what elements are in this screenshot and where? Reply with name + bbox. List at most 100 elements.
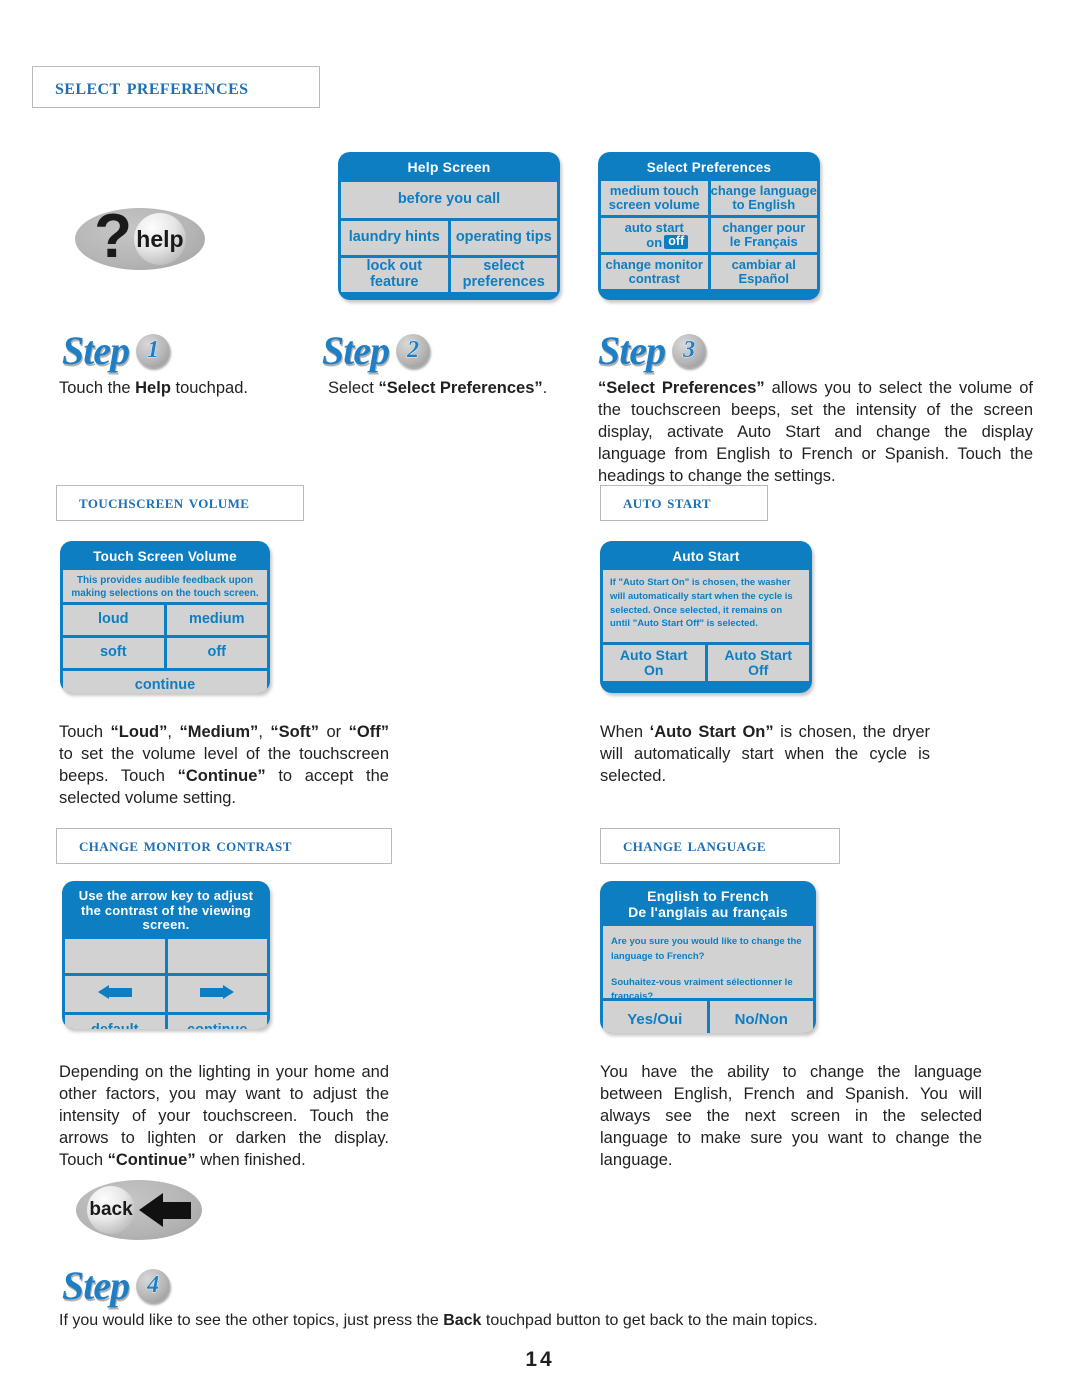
auto-start-description: When ‘Auto Start On” is chosen, the drye… — [600, 722, 930, 788]
volume-desc-b2: “Medium” — [179, 723, 259, 741]
volume-button-soft[interactable]: soft — [63, 638, 164, 669]
help-touchpad[interactable]: ? help — [75, 202, 205, 272]
volume-desc-p3: , — [258, 723, 271, 741]
language-button-yes[interactable]: Yes/Oui — [603, 1001, 707, 1033]
page-title: Select Preferences — [55, 74, 249, 99]
help-cell-select-preferences[interactable]: select preferences — [450, 257, 557, 292]
pref-cell-touch-screen-volume[interactable]: medium touch screen volume — [601, 181, 708, 216]
language-desc-p1: You have the ability to change the langu… — [600, 1063, 982, 1169]
step-4-header: Step 4 — [61, 1262, 171, 1309]
heading-change-monitor-contrast-box: Change Monitor Contrast — [56, 828, 392, 864]
step-1-number: 1 — [136, 333, 171, 368]
contrast-description: Depending on the lighting in your home a… — [59, 1062, 389, 1172]
volume-button-loud[interactable]: loud — [63, 605, 164, 636]
volume-desc-p2: , — [167, 723, 180, 741]
volume-desc-b4: “Off” — [348, 723, 389, 741]
contrast-button-default[interactable]: default — [65, 1014, 165, 1029]
language-info-en: Are you sure you would like to change th… — [611, 936, 802, 962]
contrast-blank-right — [167, 938, 267, 973]
contrast-desc-p2: when finished. — [195, 1150, 306, 1169]
help-cell-before-you-call[interactable]: before you call — [341, 181, 557, 218]
step-4-text-p2: touchpad button to get back to the main … — [481, 1312, 818, 1329]
help-label-knob: help — [133, 213, 186, 265]
help-cell-laundry-hints[interactable]: laundry hints — [341, 220, 448, 255]
language-button-no[interactable]: No/Non — [709, 1001, 813, 1033]
step-2-number: 2 — [396, 333, 431, 368]
select-preferences-panel[interactable]: Select Preferences medium touch screen v… — [598, 152, 820, 300]
auto-start-desc-b1: ‘Auto Start On” — [649, 723, 774, 741]
volume-panel-title: Touch Screen Volume — [63, 544, 267, 571]
change-monitor-contrast-panel[interactable]: Use the arrow key to adjust the contrast… — [62, 881, 270, 1029]
step-3-number: 3 — [672, 333, 707, 368]
contrast-button-decrease[interactable] — [65, 975, 165, 1012]
volume-desc-b5: “Continue” — [177, 766, 266, 785]
page-title-box: Select Preferences — [32, 66, 320, 108]
pref-cell-change-monitor-contrast[interactable]: change monitor contrast — [601, 255, 708, 290]
auto-start-button-on[interactable]: Auto Start On — [603, 645, 705, 682]
heading-change-language: Change Language — [623, 835, 766, 856]
help-label: help — [136, 225, 184, 252]
step-1-text-post: touchpad. — [170, 379, 248, 397]
contrast-button-continue[interactable]: continue — [167, 1014, 267, 1029]
step-4-text-b1: Back — [443, 1312, 482, 1329]
volume-panel-grid: This provides audible feedback upon maki… — [63, 570, 267, 693]
auto-start-button-off[interactable]: Auto Start Off — [707, 645, 809, 682]
volume-desc-b3: “Soft” — [270, 723, 319, 741]
contrast-button-increase[interactable] — [167, 975, 267, 1012]
heading-change-language-box: Change Language — [600, 828, 840, 864]
volume-desc-b1: “Loud” — [110, 723, 168, 741]
language-panel-info: Are you sure you would like to change th… — [603, 926, 813, 1002]
language-description: You have the ability to change the langu… — [600, 1062, 982, 1172]
volume-button-continue[interactable]: continue — [63, 671, 267, 693]
select-preferences-grid: medium touch screen volume change langua… — [601, 181, 817, 292]
step-2-text-post: . — [542, 379, 548, 397]
step-1-text: Touch the Help touchpad. — [59, 378, 309, 400]
step-4-text-p1: If you would like to see the other topic… — [59, 1312, 444, 1329]
step-4-word: Step — [61, 1262, 130, 1308]
language-panel-title-fr: De l'anglais au français — [628, 903, 788, 920]
language-panel-grid: Are you sure you would like to change th… — [603, 926, 813, 1033]
contrast-desc-b1: “Continue” — [107, 1150, 196, 1169]
step-2-text-pre: Select — [328, 379, 379, 397]
contrast-panel-title: Use the arrow key to adjust the contrast… — [65, 884, 267, 939]
pref-auto-start-off-highlight[interactable]: off — [664, 234, 689, 249]
step-3-header: Step 3 — [597, 327, 707, 374]
auto-start-panel[interactable]: Auto Start If "Auto Start On" is chosen,… — [600, 541, 812, 693]
step-1-word: Step — [61, 327, 130, 373]
touch-screen-volume-panel[interactable]: Touch Screen Volume This provides audibl… — [60, 541, 270, 693]
step-2-text-bold: “Select Preferences” — [378, 379, 543, 397]
auto-start-panel-info: If "Auto Start On" is chosen, the washer… — [603, 570, 809, 643]
pref-cell-cambiar-espanol[interactable]: cambiar al Español — [710, 255, 817, 290]
language-panel-title-en: English to French — [647, 888, 769, 904]
volume-description: Touch “Loud”, “Medium”, “Soft” or “Off” … — [59, 722, 389, 810]
help-cell-operating-tips[interactable]: operating tips — [450, 220, 557, 255]
help-screen-panel[interactable]: Help Screen before you call laundry hint… — [338, 152, 560, 300]
pref-cell-changer-francais[interactable]: changer pour le Français — [710, 218, 817, 253]
step-1-header: Step 1 — [61, 327, 171, 374]
step-3-word: Step — [597, 327, 666, 373]
step-4-text: If you would like to see the other topic… — [59, 1310, 959, 1331]
left-arrow-icon — [97, 984, 132, 1000]
pref-cell-change-language-english[interactable]: change language to English — [710, 181, 817, 216]
step-1-text-bold: Help — [135, 379, 171, 397]
change-language-panel[interactable]: English to French De l'anglais au frança… — [600, 881, 816, 1033]
language-info-fr: Souhaitez-vous vraiment sélectionner le … — [611, 976, 793, 1003]
volume-desc-p1: Touch — [59, 723, 111, 741]
help-cell-lock-out-feature[interactable]: lock out feature — [341, 257, 448, 292]
step-2-word: Step — [321, 327, 390, 373]
volume-button-off[interactable]: off — [166, 638, 267, 669]
pref-cell-auto-start[interactable]: auto start on off — [601, 218, 708, 253]
heading-touchscreen-volume: Touchscreen Volume — [79, 492, 250, 513]
contrast-panel-grid: default continue — [65, 938, 267, 1029]
right-arrow-icon — [200, 984, 235, 1000]
auto-start-desc-p1: When — [600, 723, 650, 741]
back-label-knob: back — [87, 1186, 135, 1234]
auto-start-panel-title: Auto Start — [603, 544, 809, 571]
question-mark-icon: ? — [94, 202, 132, 272]
heading-change-monitor-contrast: Change Monitor Contrast — [79, 835, 292, 856]
back-touchpad[interactable]: back — [76, 1180, 202, 1240]
page-number: 14 — [525, 1348, 555, 1371]
heading-touchscreen-volume-box: Touchscreen Volume — [56, 485, 304, 521]
step-2-header: Step 2 — [321, 327, 431, 374]
volume-button-medium[interactable]: medium — [166, 605, 267, 636]
